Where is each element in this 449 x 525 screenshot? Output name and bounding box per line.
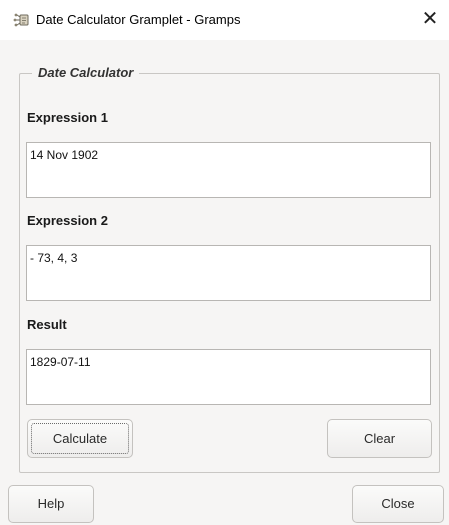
clear-button[interactable]: Clear: [327, 419, 432, 458]
expression-2-label: Expression 2: [27, 213, 108, 228]
calculate-button-label: Calculate: [52, 430, 108, 446]
help-button[interactable]: Help: [8, 485, 94, 523]
clear-button-label: Clear: [363, 430, 396, 446]
frame-legend: Date Calculator: [32, 64, 140, 82]
result-field[interactable]: 1829-07-11: [26, 349, 431, 405]
close-button-label: Close: [381, 496, 415, 511]
help-button-label: Help: [37, 496, 65, 511]
window-title: Date Calculator Gramplet - Gramps: [36, 12, 241, 27]
result-label: Result: [27, 317, 67, 332]
title-bar[interactable]: Date Calculator Gramplet - Gramps ✕: [0, 0, 449, 40]
gramplet-window: Date Calculator Gramplet - Gramps ✕ Date…: [0, 0, 449, 525]
close-button[interactable]: Close: [352, 485, 444, 523]
calculate-button[interactable]: Calculate: [27, 419, 133, 458]
expression-2-input[interactable]: - 73, 4, 3: [26, 245, 431, 301]
gramps-app-icon: [13, 11, 31, 29]
close-window-icon[interactable]: ✕: [418, 7, 442, 31]
expression-1-input[interactable]: 14 Nov 1902: [26, 142, 431, 198]
expression-1-label: Expression 1: [27, 110, 108, 125]
